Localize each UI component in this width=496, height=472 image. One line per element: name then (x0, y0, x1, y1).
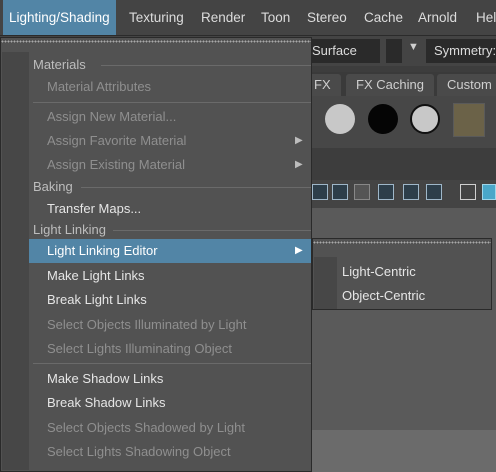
submenu-arrow-icon: ▶ (295, 159, 303, 170)
section-label: Baking (33, 179, 73, 194)
menu-item-assign-new-material[interactable]: Assign New Material... (29, 105, 311, 129)
menu-item-object-centric[interactable]: Object-Centric (337, 284, 491, 308)
menu-tearoff-handle[interactable] (313, 239, 491, 247)
menu-icon-gutter (2, 52, 29, 470)
menu-arnold[interactable]: Arnold (418, 0, 457, 35)
menu-item-label: Select Objects Illuminated by Light (47, 317, 247, 332)
section-divider (113, 230, 311, 231)
status-small-field[interactable] (386, 39, 402, 63)
section-label: Materials (33, 57, 86, 72)
menu-item-label: Light Linking Editor (47, 243, 158, 258)
menu-texturing[interactable]: Texturing (129, 0, 184, 35)
menu-item-select-lights-shadowing[interactable]: Select Lights Shadowing Object (29, 440, 311, 464)
menu-bar: Lighting/Shading Texturing Render Toon S… (0, 0, 496, 36)
section-baking: Baking (1, 177, 311, 197)
section-divider (81, 187, 311, 188)
viewport-display-icon[interactable] (378, 184, 394, 200)
menu-item-label: Make Shadow Links (47, 371, 164, 386)
menu-item-label: Break Light Links (47, 292, 147, 307)
menu-item-label: Select Objects Shadowed by Light (47, 420, 246, 435)
cube-icon[interactable] (460, 184, 476, 200)
shader-ball-icon[interactable] (325, 104, 355, 134)
shader-ball-icon[interactable] (410, 104, 440, 134)
menu-icon-gutter (314, 257, 337, 309)
submenu-arrow-icon: ▶ (295, 245, 303, 256)
menu-item-break-light-links[interactable]: Break Light Links (29, 288, 311, 312)
menu-item-label: Break Shadow Links (47, 395, 166, 410)
menu-item-break-shadow-links[interactable]: Break Shadow Links (29, 391, 311, 415)
menu-item-label: Make Light Links (47, 268, 145, 283)
menu-item-label: Transfer Maps... (47, 201, 142, 216)
viewport-display-icon[interactable] (312, 184, 328, 200)
menu-item-light-linking-editor[interactable]: Light Linking Editor ▶ (29, 239, 311, 263)
menu-separator (33, 102, 311, 103)
menu-item-select-objects-illuminated[interactable]: Select Objects Illuminated by Light (29, 313, 311, 337)
viewport-display-icon[interactable] (403, 184, 419, 200)
menu-item-label: Material Attributes (47, 79, 152, 94)
menu-item-label: Assign Favorite Material (47, 133, 187, 148)
menu-item-label: Light-Centric (342, 264, 416, 279)
menu-stereo[interactable]: Stereo (307, 0, 347, 35)
menu-item-material-attributes[interactable]: Material Attributes (29, 75, 311, 99)
menu-item-label: Assign Existing Material (47, 157, 185, 172)
menu-item-label: Select Lights Illuminating Object (47, 341, 232, 356)
menu-item-make-shadow-links[interactable]: Make Shadow Links (29, 367, 311, 391)
viewport-display-icon[interactable] (354, 184, 370, 200)
section-divider (101, 65, 311, 66)
surface-field[interactable]: Surface (300, 39, 380, 63)
symmetry-field[interactable]: Symmetry: (426, 39, 496, 63)
menu-lighting-shading[interactable]: Lighting/Shading (3, 0, 116, 35)
shelf-tab-fx-caching[interactable]: FX Caching (346, 74, 434, 96)
menu-item-assign-favorite-material[interactable]: Assign Favorite Material ▶ (29, 129, 311, 153)
menu-item-light-centric[interactable]: Light-Centric (337, 260, 491, 284)
menu-item-select-objects-shadowed[interactable]: Select Objects Shadowed by Light (29, 416, 311, 440)
shelf-tab-custom[interactable]: Custom (437, 74, 496, 96)
submenu-arrow-icon: ▶ (295, 135, 303, 146)
viewport-display-icon[interactable] (332, 184, 348, 200)
menu-tearoff-handle[interactable] (1, 38, 311, 48)
shader-ball-icon[interactable] (368, 104, 398, 134)
cube-icon[interactable] (482, 184, 496, 200)
menu-help[interactable]: Help (476, 0, 496, 35)
section-label: Light Linking (33, 222, 106, 237)
menu-item-assign-existing-material[interactable]: Assign Existing Material ▶ (29, 153, 311, 177)
menu-separator (33, 363, 311, 364)
light-linking-editor-submenu: Light-Centric Object-Centric (312, 238, 492, 310)
menu-toon[interactable]: Toon (261, 0, 290, 35)
menu-item-label: Object-Centric (342, 288, 426, 303)
menu-item-label: Assign New Material... (47, 109, 177, 124)
menu-item-make-light-links[interactable]: Make Light Links (29, 264, 311, 288)
viewport-region (312, 430, 496, 472)
chevron-down-icon[interactable]: ▼ (408, 41, 419, 53)
section-light-linking: Light Linking (1, 220, 311, 240)
shelf-texture-icon[interactable] (453, 103, 485, 137)
lighting-shading-menu: Materials Material Attributes Assign New… (0, 37, 312, 472)
section-materials: Materials (1, 55, 311, 75)
menu-cache[interactable]: Cache (364, 0, 403, 35)
menu-item-select-lights-illuminating[interactable]: Select Lights Illuminating Object (29, 337, 311, 361)
menu-item-label: Select Lights Shadowing Object (47, 444, 231, 459)
menu-item-transfer-maps[interactable]: Transfer Maps... (29, 197, 311, 221)
menu-render[interactable]: Render (201, 0, 245, 35)
viewport-display-icon[interactable] (426, 184, 442, 200)
